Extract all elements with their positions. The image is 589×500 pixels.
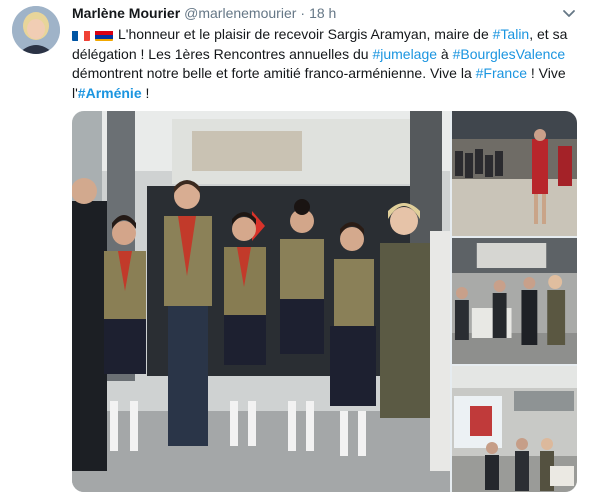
avatar[interactable] — [12, 6, 60, 54]
chevron-down-icon[interactable] — [561, 5, 577, 21]
hashtag-link[interactable]: #France — [476, 65, 527, 81]
tweet[interactable]: Marlène Mourier @marlenemourier · 18 h L… — [0, 0, 589, 500]
photo-ceremony[interactable] — [452, 238, 577, 364]
hashtag-link[interactable]: #Talin — [493, 26, 530, 42]
tweet-text-segment: à — [437, 45, 453, 62]
tweet-line: délégation ! Les 1ères Rencontres annuel… — [72, 45, 577, 65]
author-name[interactable]: Marlène Mourier — [72, 5, 180, 21]
tweet-text-segment: , et sa — [529, 26, 568, 42]
separator-dot: · — [300, 5, 306, 21]
tweet-text: L'honneur et le plaisir de recevoir Sarg… — [72, 25, 577, 103]
tweet-text-segment: ! Vive — [527, 65, 566, 81]
tweet-line: démontrent notre belle et forte amitié f… — [72, 64, 577, 84]
tweet-line: L'honneur et le plaisir de recevoir Sarg… — [72, 25, 577, 45]
hashtag-link[interactable]: #BourglesValence — [453, 46, 566, 62]
photo-exhibition[interactable] — [452, 366, 577, 492]
hashtag-link[interactable]: #jumelage — [372, 46, 437, 62]
author-handle[interactable]: @marlenemourier — [184, 5, 296, 21]
tweet-text-segment: ! — [141, 84, 150, 101]
tweet-text-segment: démontrent notre belle et forte amitié f… — [72, 65, 476, 81]
photo-dancers[interactable] — [452, 111, 577, 236]
tweet-text-segment: L'honneur et le plaisir de recevoir Sarg… — [118, 26, 493, 42]
armenia-flag-icon — [95, 29, 113, 41]
tweet-timestamp[interactable]: 18 h — [309, 5, 336, 21]
tweet-header: Marlène Mourier @marlenemourier · 18 h — [72, 5, 336, 23]
france-flag-icon — [72, 29, 90, 41]
photo-group-scouts[interactable] — [72, 111, 450, 492]
media-grid — [72, 111, 577, 492]
hashtag-link[interactable]: #Arménie — [78, 85, 142, 101]
tweet-line: l'#Arménie ! — [72, 84, 577, 104]
tweet-text-segment: délégation ! Les 1ères Rencontres annuel… — [72, 45, 373, 62]
